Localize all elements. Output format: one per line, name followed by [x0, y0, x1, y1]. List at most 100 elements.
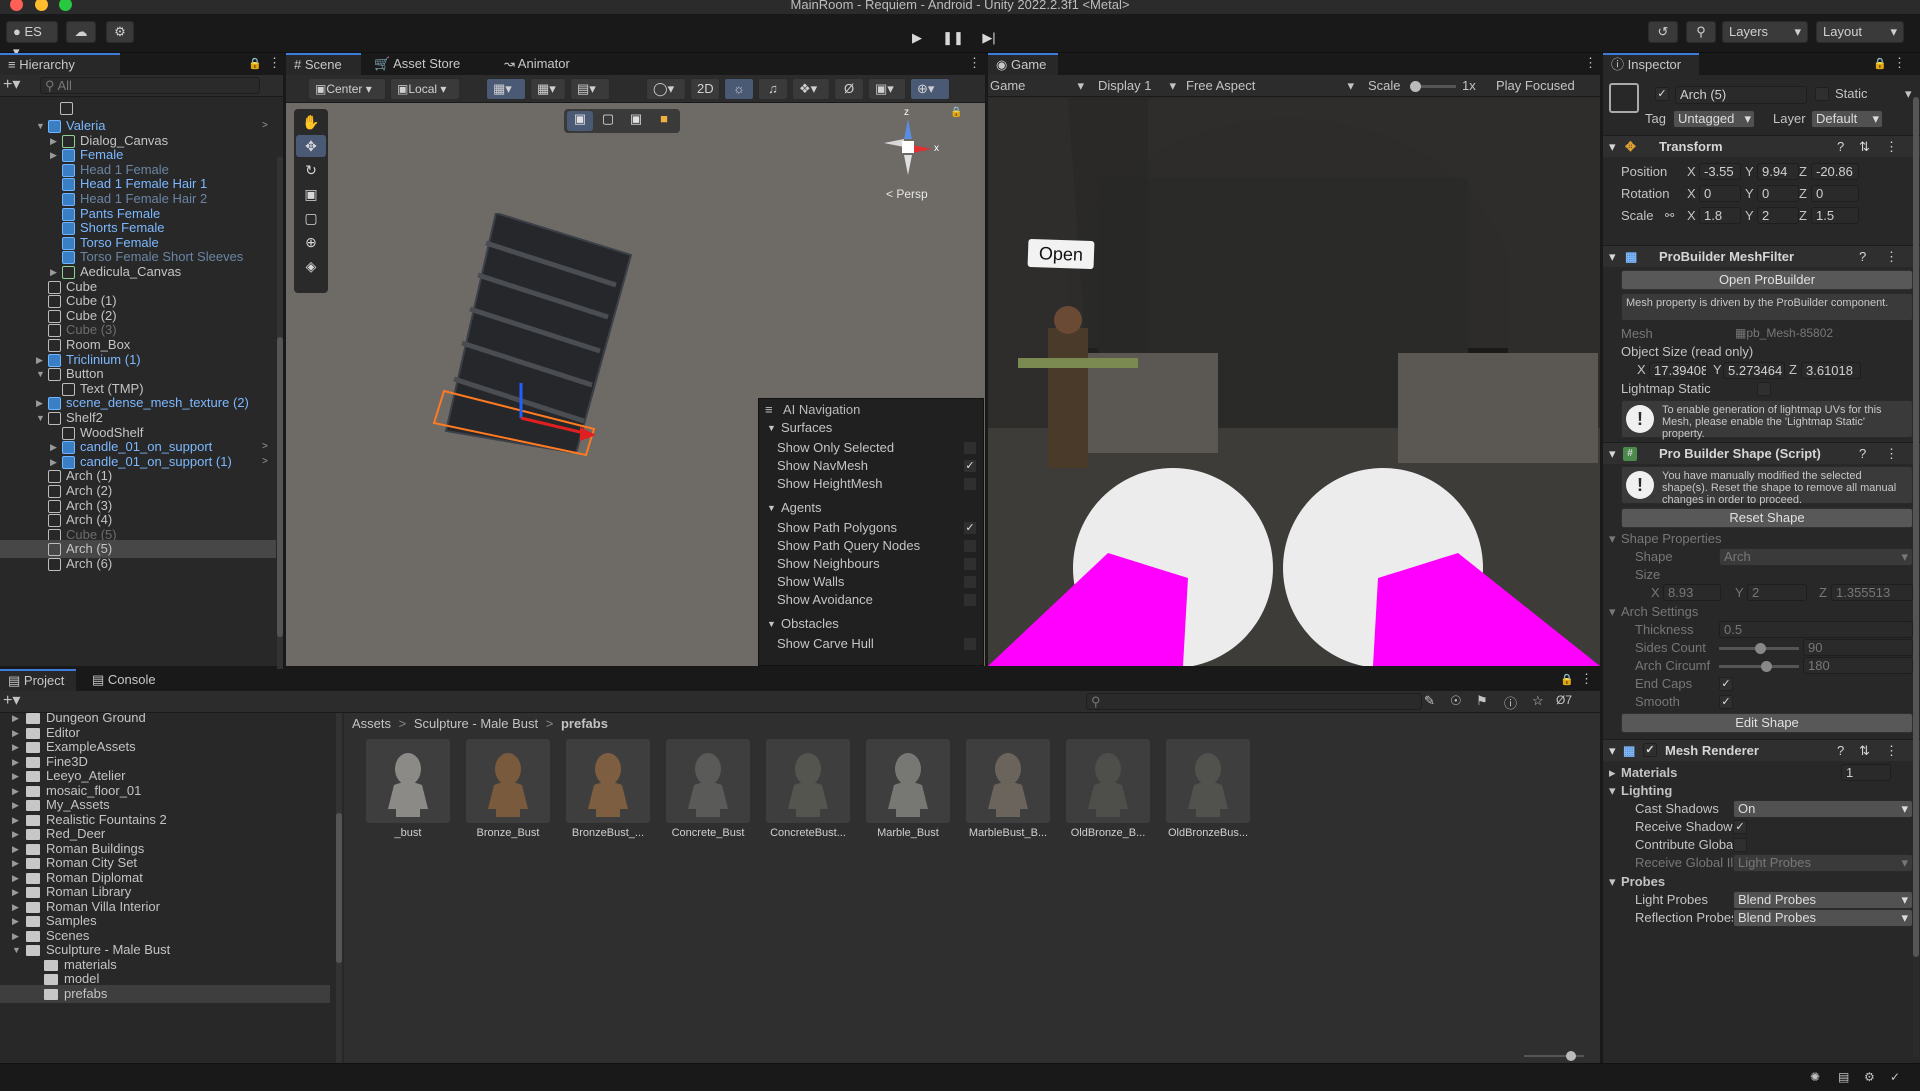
game-mode-dropdown[interactable]: Game ▾: [990, 77, 1088, 95]
lock-icon[interactable]: 🔒: [1560, 673, 1574, 686]
account-dropdown[interactable]: ● ES ▾: [6, 21, 58, 59]
lighting-toggle[interactable]: ☼: [724, 78, 754, 100]
component-menu-icon[interactable]: ⋮: [1885, 443, 1898, 465]
ai-nav-option-checkbox[interactable]: [963, 575, 977, 589]
breadcrumb-assets[interactable]: Assets: [352, 716, 391, 731]
aspect-dropdown[interactable]: Free Aspect ▾: [1186, 77, 1358, 95]
tab-console[interactable]: ▤ Console: [84, 669, 164, 691]
scale-slider[interactable]: [1410, 81, 1456, 92]
probuilder-shape-header[interactable]: ▾ # Pro Builder Shape (Script) ? ⋮: [1603, 442, 1920, 464]
snap-increment-button[interactable]: ▦▾: [530, 78, 566, 100]
log-icon[interactable]: ⓘ: [1504, 693, 1517, 712]
ai-nav-section-header[interactable]: ▼ Surfaces: [759, 419, 985, 437]
tab-asset-store[interactable]: 🛒 Asset Store: [366, 53, 468, 75]
tag-dropdown[interactable]: Untagged ▾: [1673, 110, 1755, 128]
arch-settings-foldout[interactable]: ▾ Arch Settings: [1603, 603, 1920, 621]
open-sign-button[interactable]: Open: [1027, 238, 1095, 270]
transform-tool-icon[interactable]: ⊕: [296, 231, 326, 253]
edge-mode-icon[interactable]: ▣: [623, 111, 649, 131]
toggle-2d-button[interactable]: 2D: [690, 78, 720, 100]
transform-rotation-y-field[interactable]: 0: [1757, 185, 1799, 202]
transform-position-x-field[interactable]: -3.55: [1699, 163, 1741, 180]
constrain-proportions-icon[interactable]: ⚯: [1665, 207, 1674, 225]
favorite-star-icon[interactable]: ☆: [1532, 693, 1544, 709]
ai-nav-section-header[interactable]: ▼ Obstacles: [759, 615, 985, 633]
lock-icon[interactable]: 🔒: [248, 57, 262, 70]
ai-nav-option-checkbox[interactable]: [963, 637, 977, 651]
local-global-dropdown[interactable]: ▣Local ▾: [390, 78, 460, 100]
ai-nav-option-checkbox[interactable]: [963, 441, 977, 455]
thumbnail-size-slider[interactable]: [1524, 1051, 1584, 1061]
rect-tool-icon[interactable]: ▢: [296, 207, 326, 229]
tab-project[interactable]: ▤ Project: [0, 669, 76, 691]
cast-shadows-dropdown[interactable]: On ▾: [1733, 800, 1913, 818]
asset-tile[interactable]: OldBronze_B...: [1058, 739, 1154, 839]
project-search-input[interactable]: ⚲: [1086, 693, 1422, 710]
grid-snap-button[interactable]: ▦▾: [486, 78, 526, 100]
ai-nav-option-row[interactable]: Show Carve Hull: [759, 635, 985, 653]
arch-circumference-slider[interactable]: [1719, 661, 1799, 672]
ai-nav-option-row[interactable]: Show Avoidance: [759, 591, 985, 609]
lighting-foldout[interactable]: ▾ Lighting: [1603, 782, 1920, 800]
hand-tool-icon[interactable]: ✋: [296, 111, 326, 133]
transform-scale-z-field[interactable]: 1.5: [1811, 207, 1859, 224]
active-checkbox[interactable]: ✓: [1655, 87, 1669, 101]
materials-count-field[interactable]: 1: [1841, 764, 1891, 781]
sides-count-field[interactable]: 90: [1803, 639, 1913, 656]
lock-icon[interactable]: 🔒: [950, 107, 962, 118]
pause-button[interactable]: ❚❚: [938, 26, 968, 50]
open-probuilder-button[interactable]: Open ProBuilder: [1621, 270, 1913, 290]
camera-dropdown[interactable]: ▣▾: [868, 78, 906, 100]
ai-nav-option-checkbox[interactable]: [963, 593, 977, 607]
label-filter-icon[interactable]: ⚑: [1476, 693, 1488, 709]
inspector-scrollbar[interactable]: [1913, 97, 1919, 1057]
move-tool-icon[interactable]: ✥: [296, 135, 326, 157]
tab-inspector[interactable]: ⓘ Inspector: [1603, 53, 1699, 75]
ruler-button[interactable]: ▤▾: [570, 78, 610, 100]
probes-foldout[interactable]: ▾ Probes: [1603, 873, 1920, 891]
search-by-type-icon[interactable]: ✎: [1424, 693, 1435, 709]
more-menu-icon[interactable]: ⋮: [968, 55, 981, 71]
selected-arch-outline[interactable]: [416, 383, 616, 473]
debug-icon[interactable]: ✺: [1810, 1070, 1820, 1084]
thickness-field[interactable]: 0.5: [1719, 621, 1913, 638]
tab-hierarchy[interactable]: ≡ Hierarchy: [0, 53, 120, 75]
asset-tile[interactable]: Concrete_Bust: [658, 739, 754, 839]
vertex-mode-icon[interactable]: ▢: [595, 111, 621, 131]
shape-size-x[interactable]: 8.93: [1663, 584, 1721, 601]
display-dropdown[interactable]: Display 1 ▾: [1098, 77, 1180, 95]
more-menu-icon[interactable]: ⋮: [1893, 55, 1906, 71]
ai-nav-option-checkbox[interactable]: [963, 477, 977, 491]
smooth-checkbox[interactable]: ✓: [1719, 695, 1733, 709]
shape-type-dropdown[interactable]: Arch ▾: [1719, 548, 1913, 566]
tab-animator[interactable]: ↝ Animator: [496, 53, 578, 75]
ai-nav-option-checkbox[interactable]: ✓: [963, 521, 977, 535]
effects-dropdown[interactable]: ❖▾: [792, 78, 830, 100]
transform-scale-x-field[interactable]: 1.8: [1699, 207, 1741, 224]
folder-tree-item[interactable]: prefabs: [0, 984, 330, 1003]
hidden-packages-toggle[interactable]: Ø7: [1556, 693, 1572, 707]
layout-dropdown[interactable]: Layout ▾: [1816, 21, 1904, 43]
more-menu-icon[interactable]: ⋮: [1584, 55, 1597, 71]
history-button[interactable]: ↺: [1648, 21, 1678, 43]
hierarchy-search-input[interactable]: ⚲ All: [40, 77, 260, 94]
edit-shape-button[interactable]: Edit Shape: [1621, 713, 1913, 733]
object-mode-icon[interactable]: ▣: [567, 111, 593, 131]
collab-button[interactable]: ⚙: [106, 21, 134, 43]
rotate-tool-icon[interactable]: ↻: [296, 159, 326, 181]
asset-tile[interactable]: Bronze_Bust: [458, 739, 554, 839]
shape-properties-foldout[interactable]: ▾ Shape Properties: [1603, 530, 1920, 548]
lightmap-static-checkbox[interactable]: [1757, 382, 1771, 396]
asset-tile[interactable]: _bust: [358, 739, 454, 839]
shading-mode-button[interactable]: ◯▾: [646, 78, 686, 100]
play-focused-dropdown[interactable]: Play Focused: [1496, 77, 1575, 95]
presets-icon[interactable]: ⇅: [1859, 740, 1870, 762]
search-button[interactable]: ⚲: [1686, 21, 1716, 43]
progress-icon[interactable]: ✓: [1890, 1070, 1900, 1084]
asset-tile[interactable]: OldBronzeBus...: [1158, 739, 1254, 839]
ai-nav-option-row[interactable]: Show Walls: [759, 573, 985, 591]
hierarchy-scrollbar[interactable]: [277, 157, 283, 717]
tab-scene[interactable]: # Scene: [286, 53, 361, 75]
face-mode-icon[interactable]: ■: [651, 111, 677, 131]
layers-dropdown[interactable]: Layers ▾: [1722, 21, 1808, 43]
